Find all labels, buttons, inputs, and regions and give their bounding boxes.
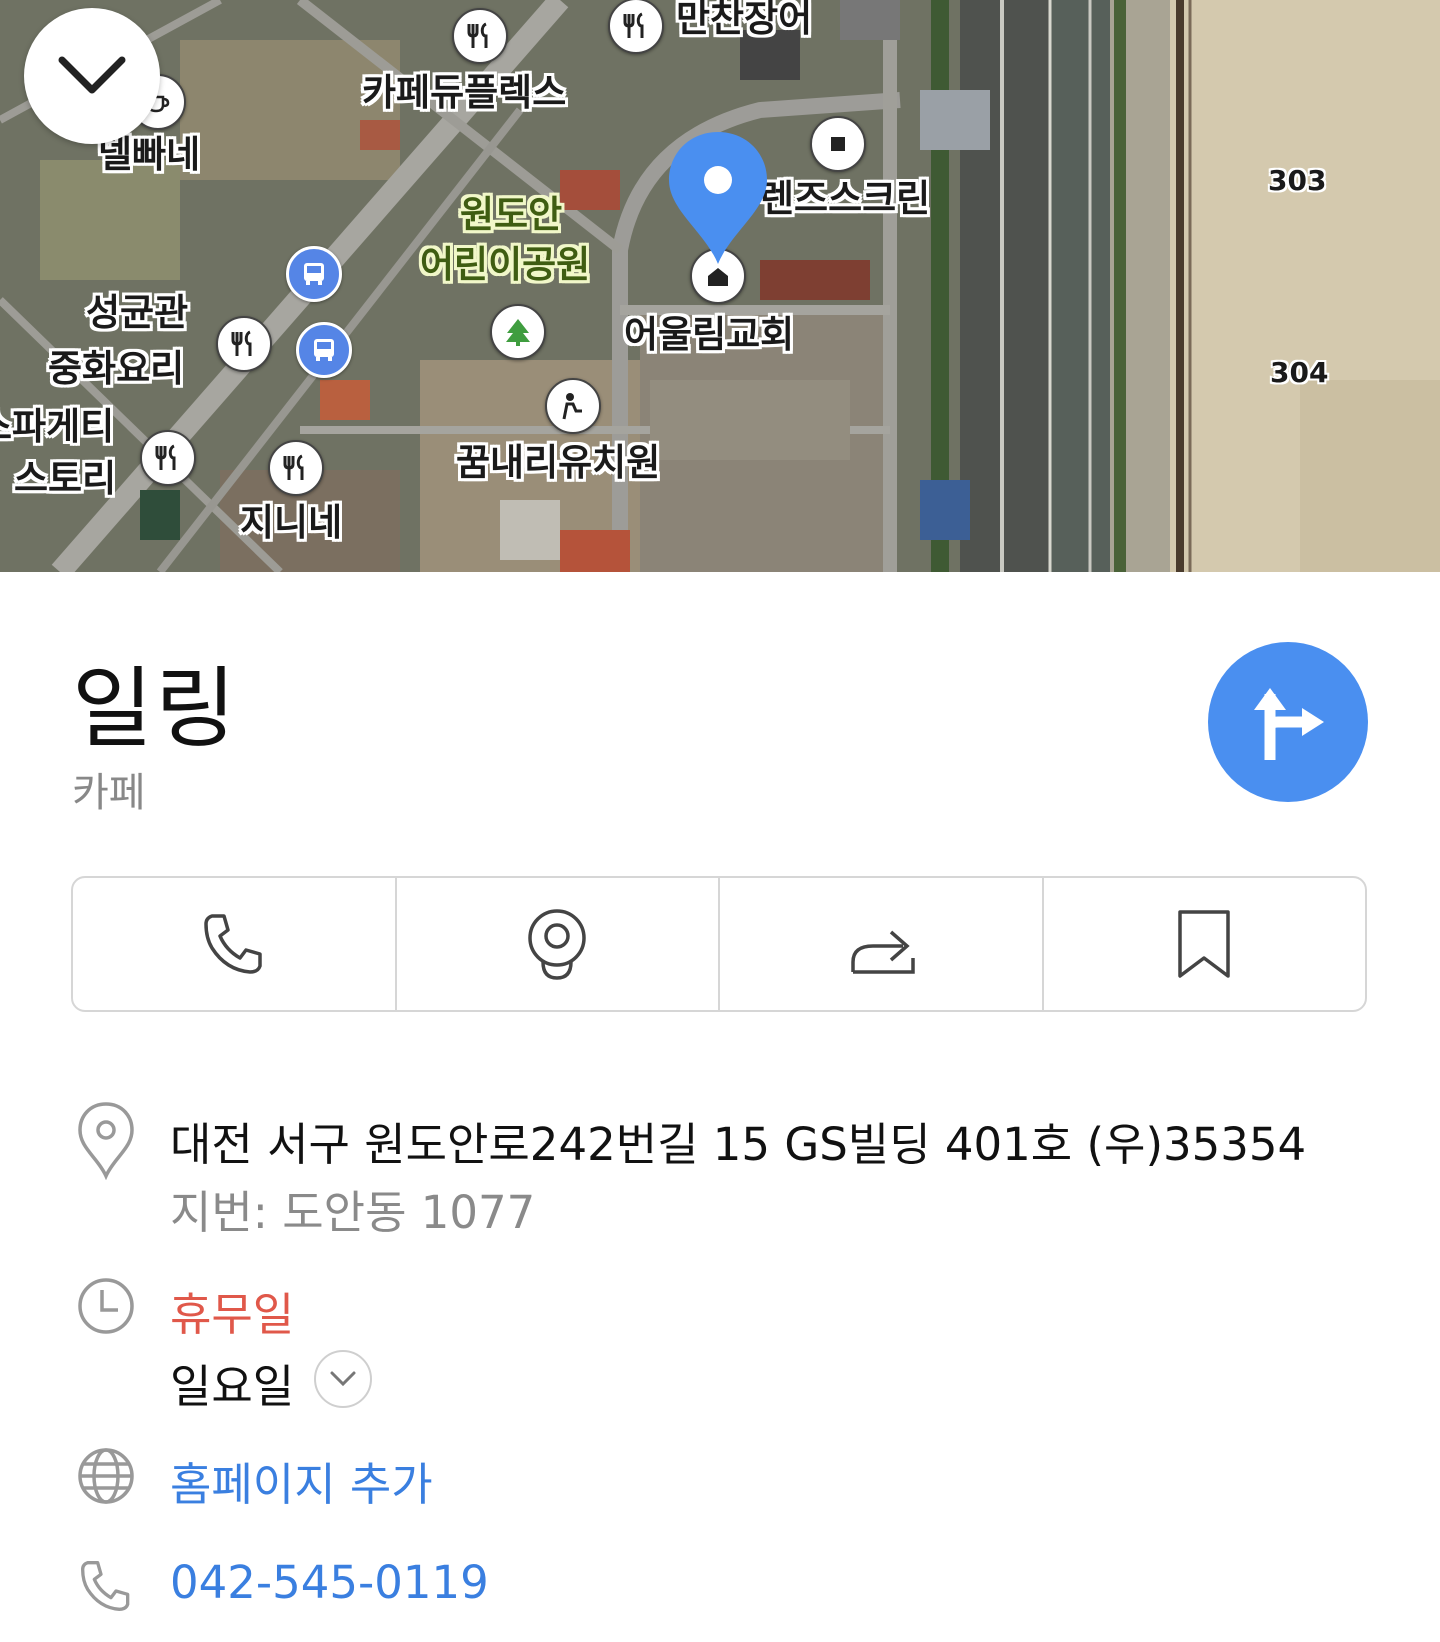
location-pin-outline-icon <box>76 1100 136 1180</box>
share-icon <box>851 930 915 974</box>
directions-icon <box>1254 688 1324 760</box>
location-pin-icon <box>669 132 767 264</box>
bus-stop-icon[interactable] <box>286 246 342 302</box>
bus-stop-icon[interactable] <box>296 322 352 378</box>
save-button[interactable] <box>1044 878 1366 1010</box>
map-label-park: 원도안 <box>460 193 563 236</box>
hours-day: 일요일 <box>170 1360 295 1413</box>
roadview-icon <box>528 909 586 980</box>
share-button[interactable] <box>720 878 1044 1010</box>
phone-icon <box>204 914 262 974</box>
hours-status: 휴무일 <box>170 1288 295 1341</box>
globe-icon <box>76 1446 136 1506</box>
map-label-park: 어린이공원 <box>420 243 591 286</box>
cinema-poi-icon[interactable] <box>810 116 866 172</box>
chevron-down-icon <box>58 56 126 94</box>
park-poi-icon[interactable] <box>490 304 546 360</box>
map-label: 중화요리 <box>48 347 185 390</box>
place-name: 일링 <box>72 657 238 760</box>
place-category: 카페 <box>72 770 146 816</box>
map-view[interactable]: 만찬장어 카페듀플렉스 델빠네 렌즈스크린 원도안 어린이공원 성균관 중화요리… <box>0 0 1440 572</box>
lot-address: 지번: 도안동 1077 <box>170 1186 536 1239</box>
action-bar <box>71 876 1367 1012</box>
bookmark-icon <box>1178 910 1230 978</box>
chevron-down-icon <box>330 1371 356 1387</box>
collapse-button[interactable] <box>24 8 160 144</box>
map-label: 꿈내리유치원 <box>456 441 661 484</box>
map-label: 지니네 <box>240 501 343 544</box>
road-number-label: 303 <box>1268 164 1327 197</box>
kindergarten-poi-icon[interactable] <box>545 378 601 434</box>
phone-number-link[interactable]: 042-545-0119 <box>170 1556 489 1609</box>
map-label: 렌즈스크린 <box>760 177 931 220</box>
road-number-label: 304 <box>1270 356 1329 389</box>
directions-button[interactable] <box>1208 642 1368 802</box>
restaurant-poi-icon[interactable] <box>268 440 324 496</box>
restaurant-poi-icon[interactable] <box>140 430 196 486</box>
restaurant-poi-icon[interactable] <box>216 316 272 372</box>
map-label: 카페듀플렉스 <box>362 71 567 114</box>
map-label: 스토리 <box>14 457 117 500</box>
road-address[interactable]: 대전 서구 원도안로242번길 15 GS빌딩 401호 (우)35354 <box>170 1108 1306 1173</box>
hours-expand-button[interactable] <box>314 1350 372 1408</box>
restaurant-poi-icon[interactable] <box>452 8 508 64</box>
clock-icon <box>76 1276 136 1336</box>
map-label: 델빠네 <box>98 133 201 176</box>
add-homepage-link[interactable]: 홈페이지 추가 <box>170 1448 433 1513</box>
map-label: 성균관 <box>86 291 189 334</box>
restaurant-poi-icon[interactable] <box>608 0 664 54</box>
map-label: 스파게티 <box>0 405 115 448</box>
map-label: 어울림교회 <box>624 313 795 356</box>
phone-icon <box>76 1556 136 1616</box>
roadview-button[interactable] <box>397 878 720 1010</box>
map-label: 만찬장어 <box>676 0 813 40</box>
call-button[interactable] <box>73 878 397 1010</box>
